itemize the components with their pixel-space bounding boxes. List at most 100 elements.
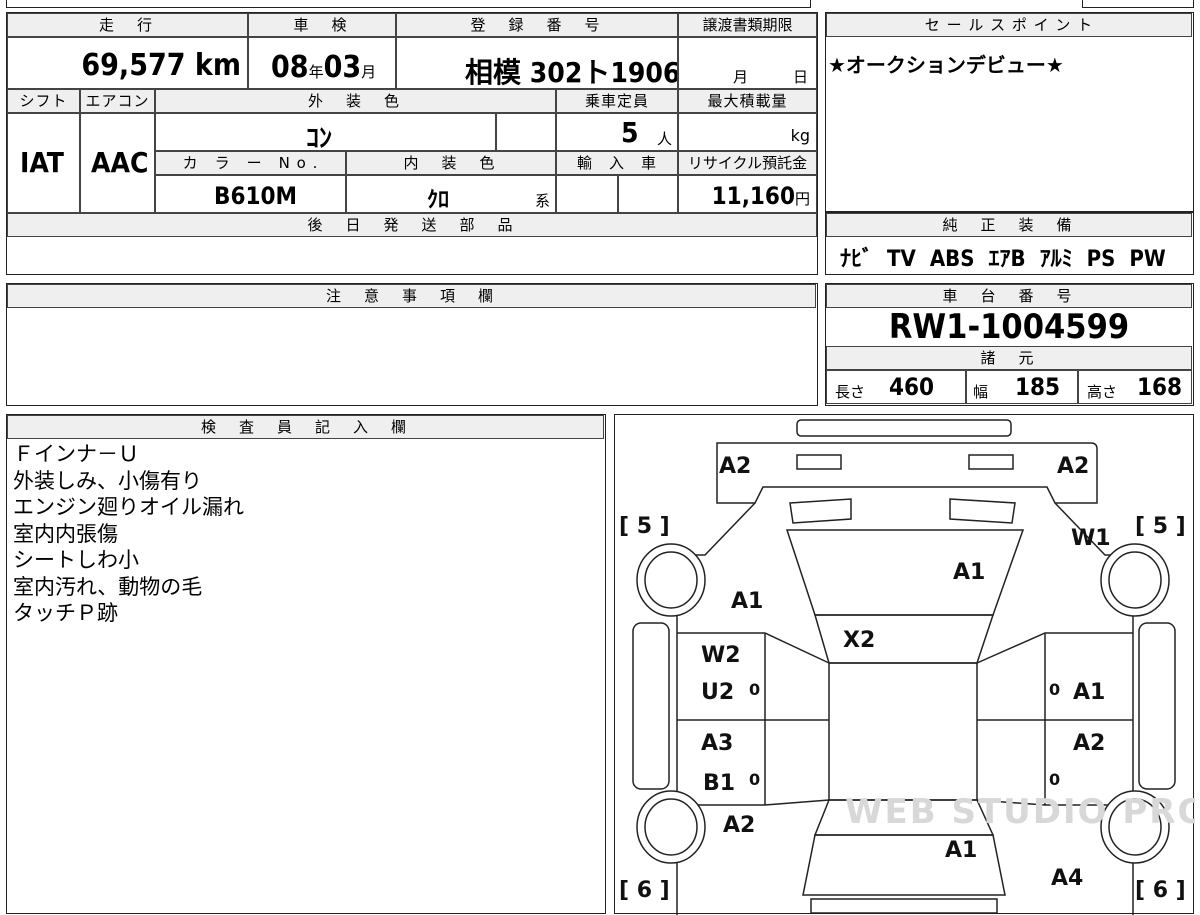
spec-width-cell: 幅 185 <box>966 370 1078 404</box>
code-door-fr-1: A1 <box>1073 680 1105 705</box>
tire-rear-left-inner <box>644 798 698 856</box>
specs-label: 諸 元 <box>826 346 1192 370</box>
roof-outline <box>828 662 978 801</box>
interior-color-value: ｸﾛ <box>427 188 450 213</box>
code-windshield: W1 <box>1071 526 1111 551</box>
mileage-unit: km <box>194 48 241 83</box>
code-bumper-right: A2 <box>1057 454 1089 479</box>
windshield-outline <box>814 614 995 664</box>
rear-bumper-bar <box>810 898 998 914</box>
tire-grade-front-left: [ 5 ] <box>619 514 670 539</box>
shift-label: シフト <box>7 89 80 113</box>
spec-width-label: 幅 <box>973 383 989 401</box>
capacity-cell: 5 人 <box>556 113 678 151</box>
caution-label: 注 意 事 項 欄 <box>7 284 816 308</box>
recycle-unit: 円 <box>794 190 810 208</box>
spec-height-label: 高さ <box>1087 383 1118 401</box>
sales-point-text: ★オークションデビュー★ <box>828 53 1064 77</box>
exterior-color-cell: ｺﾝ <box>155 113 496 151</box>
inspector-note: シートしわ小 <box>13 548 139 572</box>
spec-width-value: 185 <box>1015 373 1061 401</box>
inspector-note: エンジン廻りオイル漏れ <box>13 495 244 519</box>
shift-value: IAT <box>20 146 64 179</box>
front-emblem-bar <box>796 419 1012 437</box>
equipment-item: TV <box>887 247 916 272</box>
shift-cell: IAT <box>7 113 80 213</box>
spec-length-cell: 長さ 460 <box>826 370 966 404</box>
car-outline-svg: WEB STUDIO PRO [ 5 ] [ 5 ] [ 6 ] [ 6 ] A… <box>619 419 1195 915</box>
transfer-day-unit: 日 <box>793 68 809 86</box>
inspection-year-unit: 年 <box>308 63 324 81</box>
mileage-cell: 69,577 km <box>7 37 248 89</box>
registration-value: 相模 302ト1906 <box>465 56 678 89</box>
equipment-list: ﾅﾋﾞ TV ABS ｴｱB ｱﾙﾐ PS PW <box>840 241 1180 273</box>
max-load-label: 最大積載量 <box>678 89 817 113</box>
inspection-cell: 08年03月 <box>248 37 396 89</box>
code-bumper-left: A2 <box>719 454 751 479</box>
inspector-note: Ｆインナ－Ｕ <box>13 442 139 466</box>
capacity-value: 5 <box>621 116 639 149</box>
sales-point-panel: セ ー ル ス ポ イ ン ト ★オークションデビュー★ <box>825 12 1194 212</box>
equipment-label: 純 正 装 備 <box>826 213 1192 237</box>
max-load-cell: kg <box>678 113 817 151</box>
equipment-item: ｱﾙﾐ <box>1039 247 1073 272</box>
code-door-rr-zero: 0 <box>1049 770 1060 789</box>
chassis-label: 車 台 番 号 <box>826 284 1192 308</box>
inspector-notes-panel: 検 査 員 記 入 欄 Ｆインナ－Ｕ 外装しみ、小傷有り エンジン廻りオイル漏れ… <box>6 414 606 914</box>
recycle-label: リサイクル預託金 <box>678 151 817 175</box>
equipment-item: PS <box>1086 247 1116 272</box>
diagram-watermark: WEB STUDIO PRO <box>845 792 1195 832</box>
code-door-rr-1: A2 <box>1073 731 1105 756</box>
code-quarter-right: A4 <box>1051 866 1083 891</box>
inspector-notes-list: Ｆインナ－Ｕ 外装しみ、小傷有り エンジン廻りオイル漏れ 室内内張傷 シートしわ… <box>13 441 244 627</box>
inspection-month: 03 <box>323 50 362 85</box>
code-roof: X2 <box>843 628 875 653</box>
inspector-note: 室内汚れ、動物の毛 <box>13 574 203 599</box>
exterior-color-extra-cell <box>496 113 556 151</box>
import-label: 輸 入 車 <box>556 151 678 175</box>
registration-cell: 相模 302ト1906 <box>396 37 678 89</box>
code-door-rl-2: B1 <box>703 771 735 796</box>
inspector-note: 外装しみ、小傷有り <box>13 468 202 493</box>
spec-height-cell: 高さ 168 <box>1078 370 1192 404</box>
equipment-panel: 純 正 装 備 ﾅﾋﾞ TV ABS ｴｱB ｱﾙﾐ PS PW <box>825 212 1194 275</box>
headlight-left <box>796 454 842 470</box>
inspector-note: タッチＰ跡 <box>13 601 118 625</box>
spec-height-value: 168 <box>1137 373 1183 401</box>
mirror-left <box>632 622 670 790</box>
code-fender-left: A1 <box>731 589 763 614</box>
mileage-value: 69,577 <box>81 48 186 83</box>
equipment-item: PW <box>1129 247 1166 272</box>
vehicle-info-sheet: 走 行 車 検 登 録 番 号 譲渡書類期限 69,577 km 08年03 月 … <box>6 12 818 275</box>
exterior-color-label: 外 装 色 <box>155 89 556 113</box>
spec-length-value: 460 <box>889 373 935 401</box>
inspection-label: 車 検 <box>248 13 396 37</box>
code-door-fl-1: W2 <box>701 643 741 668</box>
transfer-deadline-label: 譲渡書類期限 <box>678 13 817 37</box>
top-clipped-strip-right <box>1082 0 1194 8</box>
aircon-label: エアコン <box>80 89 155 113</box>
inspection-month-unit: 月 <box>361 63 377 81</box>
code-door-rl-zero: 0 <box>749 770 760 789</box>
transfer-month-unit: 月 <box>733 68 749 86</box>
mileage-label: 走 行 <box>7 13 248 37</box>
inspector-note: 室内内張傷 <box>13 521 118 546</box>
equipment-item: ﾅﾋﾞ <box>840 247 874 272</box>
hood-outline <box>785 529 1025 616</box>
interior-color-label: 内 装 色 <box>346 151 556 175</box>
recycle-cell: 11,160円 <box>678 175 817 213</box>
tire-front-right-inner <box>1108 551 1162 609</box>
tire-grade-front-right: [ 5 ] <box>1135 514 1186 539</box>
headlight-right <box>968 454 1014 470</box>
grille-right <box>949 498 1016 524</box>
chassis-number: RW1-1004599 <box>888 307 1130 347</box>
aircon-cell: AAC <box>80 113 155 213</box>
code-hood: A1 <box>953 560 985 585</box>
interior-color-cell: ｸﾛ 系 <box>346 175 556 213</box>
inspection-year: 08 <box>271 50 309 85</box>
transfer-deadline-cell: 月 日 <box>678 37 817 89</box>
spec-length-label: 長さ <box>835 383 866 401</box>
chassis-panel: 車 台 番 号 RW1-1004599 諸 元 長さ 460 幅 185 高さ … <box>825 283 1194 406</box>
color-no-label: カ ラ ー N o . <box>155 151 346 175</box>
mirror-right <box>1138 622 1176 790</box>
